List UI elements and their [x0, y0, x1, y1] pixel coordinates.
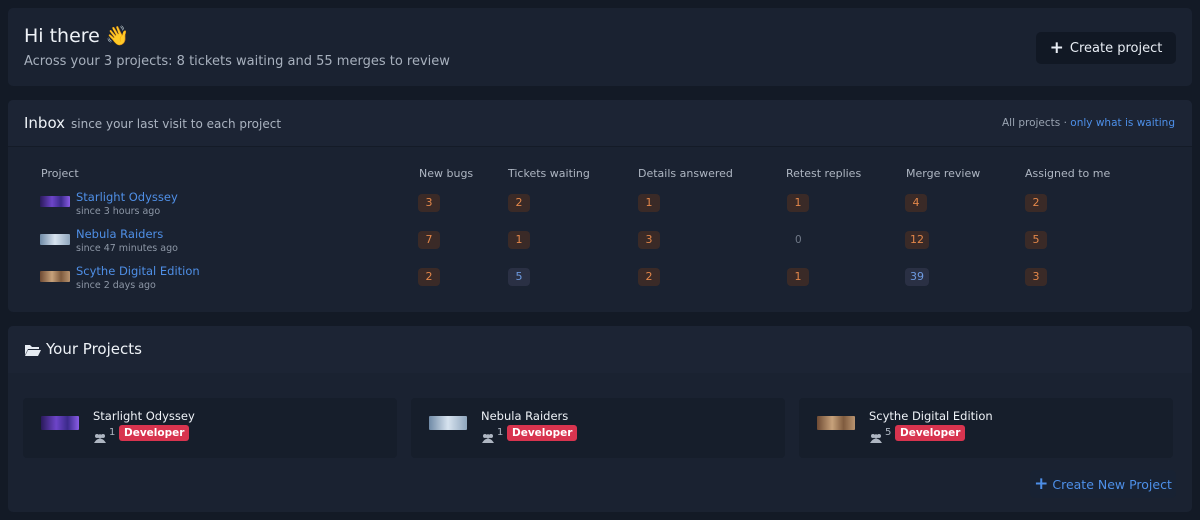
count-merge-review[interactable]: 12 — [905, 231, 929, 249]
count-details-answered[interactable]: 3 — [638, 231, 660, 249]
create-new-project-button[interactable]: + Create New Project — [1030, 470, 1176, 498]
inbox-title: Inbox — [24, 114, 66, 132]
nebula-thumbnail — [40, 234, 70, 245]
table-row: Starlight Odyssey since 3 hours ago 3 2 … — [8, 190, 1192, 226]
project-link[interactable]: Starlight Odyssey — [76, 190, 178, 204]
plus-icon: + — [1034, 473, 1049, 494]
col-header-merge-review: Merge review — [906, 167, 981, 180]
since-text: since 2 days ago — [76, 280, 156, 291]
col-header-tickets-waiting: Tickets waiting — [508, 167, 590, 180]
projects-card: Your Projects Starlight Odyssey 1 Develo… — [8, 326, 1192, 512]
count-retest-replies: 0 — [795, 234, 802, 246]
user-count: 5 — [885, 427, 892, 438]
count-assigned-to-me[interactable]: 5 — [1025, 231, 1047, 249]
count-details-answered[interactable]: 1 — [638, 194, 660, 212]
count-retest-replies[interactable]: 1 — [787, 194, 809, 212]
count-details-answered[interactable]: 2 — [638, 268, 660, 286]
since-text: since 3 hours ago — [76, 206, 161, 217]
scythe-thumbnail — [40, 271, 70, 282]
col-header-details-answered: Details answered — [638, 167, 733, 180]
welcome-card: Hi there 👋 Across your 3 projects: 8 tic… — [8, 8, 1192, 86]
count-merge-review[interactable]: 4 — [905, 194, 927, 212]
col-header-new-bugs: New bugs — [419, 167, 474, 180]
table-row: Nebula Raiders since 47 minutes ago 7 1 … — [8, 227, 1192, 263]
starlight-thumbnail — [40, 196, 70, 207]
count-tickets-waiting[interactable]: 5 — [508, 268, 530, 286]
scythe-thumbnail — [817, 416, 855, 430]
users-icon — [869, 428, 883, 447]
count-merge-review[interactable]: 39 — [905, 268, 929, 286]
count-assigned-to-me[interactable]: 2 — [1025, 194, 1047, 212]
table-row: Scythe Digital Edition since 2 days ago … — [8, 264, 1192, 300]
col-header-assigned-to-me: Assigned to me — [1025, 167, 1111, 180]
folder-open-icon — [24, 342, 42, 361]
filter-separator: · — [1063, 117, 1067, 129]
count-new-bugs[interactable]: 3 — [418, 194, 440, 212]
nebula-thumbnail — [429, 416, 467, 430]
project-name: Starlight Odyssey — [93, 409, 195, 423]
filter-only-waiting[interactable]: only what is waiting — [1070, 117, 1175, 129]
create-project-button[interactable]: + Create project — [1036, 32, 1176, 64]
project-name: Nebula Raiders — [481, 409, 569, 423]
project-card-nebula[interactable]: Nebula Raiders 1 Developer — [411, 398, 785, 458]
users-icon — [93, 428, 107, 447]
plus-icon: + — [1049, 37, 1064, 58]
count-new-bugs[interactable]: 7 — [418, 231, 440, 249]
filter-all-projects[interactable]: All projects — [1002, 117, 1060, 129]
create-project-label: Create project — [1069, 40, 1163, 56]
users-icon — [481, 428, 495, 447]
project-card-scythe[interactable]: Scythe Digital Edition 5 Developer — [799, 398, 1173, 458]
count-tickets-waiting[interactable]: 2 — [508, 194, 530, 212]
inbox-card: Inbox since your last visit to each proj… — [8, 100, 1192, 312]
projects-title: Your Projects — [46, 340, 142, 358]
count-new-bugs[interactable]: 2 — [418, 268, 440, 286]
role-badge: Developer — [507, 425, 578, 441]
project-card-starlight[interactable]: Starlight Odyssey 1 Developer — [23, 398, 397, 458]
inbox-header: Inbox since your last visit to each proj… — [8, 100, 1192, 147]
project-name: Scythe Digital Edition — [869, 409, 993, 423]
page-title: Hi there 👋 — [24, 25, 130, 47]
summary-text: Across your 3 projects: 8 tickets waitin… — [24, 54, 450, 69]
role-badge: Developer — [895, 425, 966, 441]
projects-header: Your Projects — [8, 326, 1192, 373]
count-tickets-waiting[interactable]: 1 — [508, 231, 530, 249]
inbox-filter: All projects · only what is waiting — [1002, 117, 1175, 129]
starlight-thumbnail — [41, 416, 79, 430]
user-count: 1 — [497, 427, 504, 438]
since-text: since 47 minutes ago — [76, 243, 178, 254]
count-assigned-to-me[interactable]: 3 — [1025, 268, 1047, 286]
user-count: 1 — [109, 427, 116, 438]
create-new-project-label: Create New Project — [1052, 476, 1172, 492]
count-retest-replies[interactable]: 1 — [787, 268, 809, 286]
role-badge: Developer — [119, 425, 190, 441]
col-header-project: Project — [41, 167, 79, 180]
col-header-retest-replies: Retest replies — [786, 167, 862, 180]
project-link[interactable]: Nebula Raiders — [76, 227, 163, 241]
project-link[interactable]: Scythe Digital Edition — [76, 264, 200, 278]
inbox-subtitle: since your last visit to each project — [71, 117, 282, 131]
